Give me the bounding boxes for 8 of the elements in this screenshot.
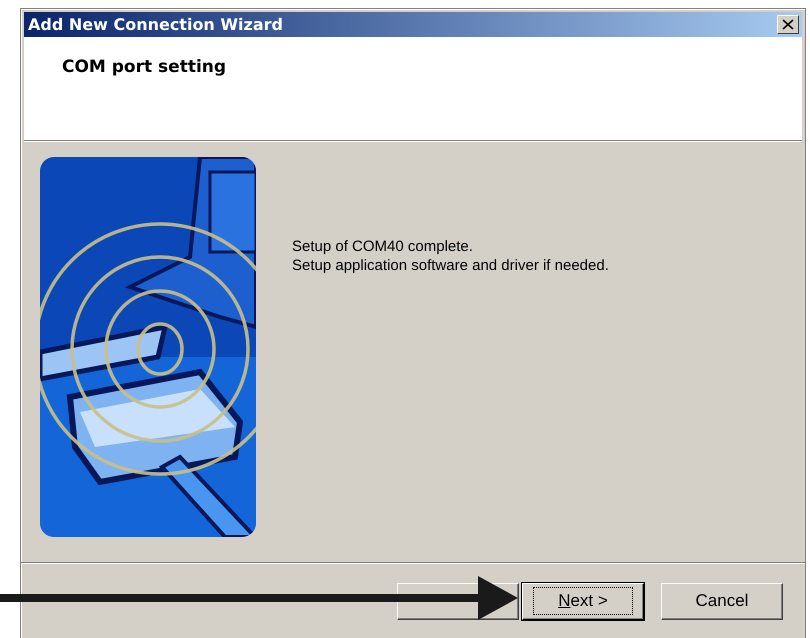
wizard-button[interactable]: Next > — [522, 582, 644, 620]
close-icon — [782, 19, 794, 30]
close-button[interactable] — [777, 15, 799, 34]
page-heading: COM port setting — [62, 57, 228, 77]
wizard-button[interactable]: Cancel — [661, 582, 783, 620]
message-line: Setup application software and driver if needed. — [292, 256, 609, 275]
window-title: Add New Connection Wizard — [28, 15, 283, 34]
message-line: Setup of COM40 complete. — [292, 237, 474, 256]
